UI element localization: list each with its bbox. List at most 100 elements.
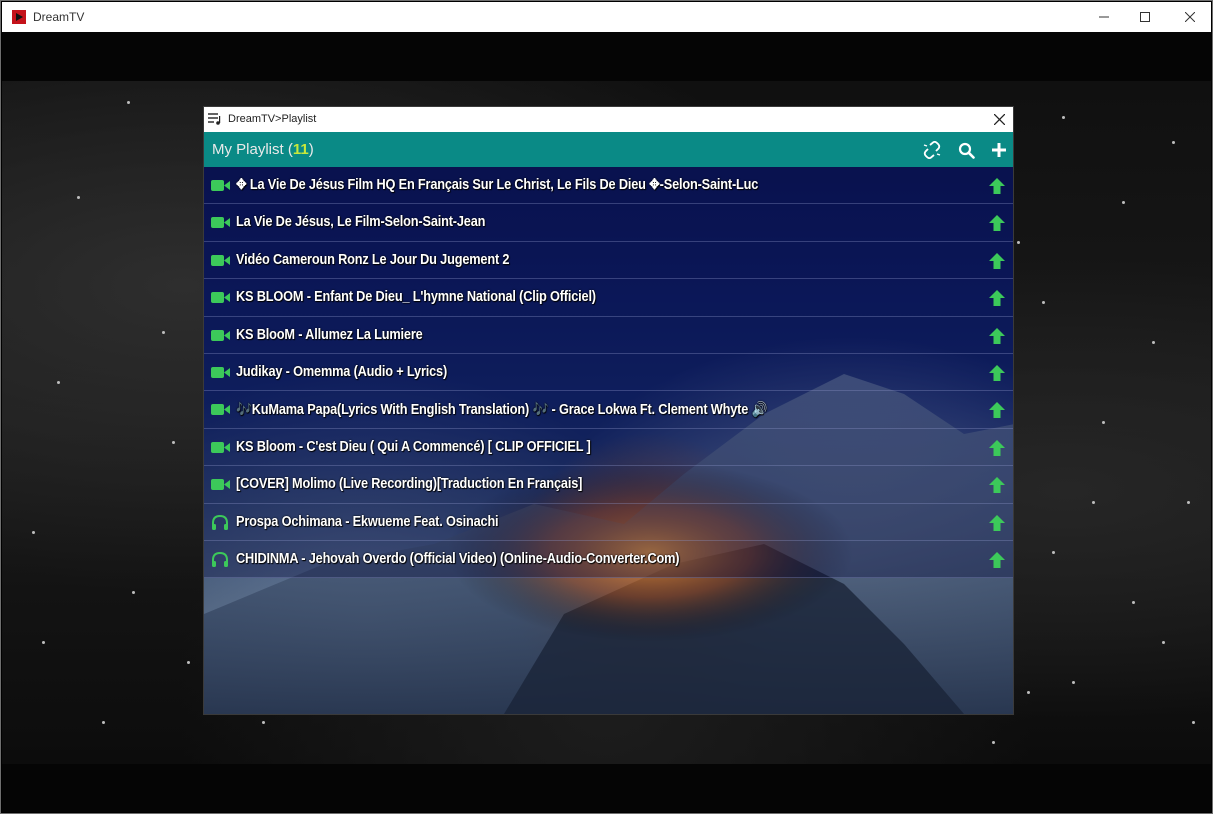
snowflake	[1042, 301, 1045, 304]
headphones-icon	[212, 514, 228, 530]
search-button[interactable]	[954, 138, 978, 162]
move-up-button[interactable]	[986, 287, 1008, 309]
maximize-icon	[1140, 12, 1150, 22]
move-up-button[interactable]	[986, 362, 1008, 384]
playlist-title: My Playlist (11)	[212, 141, 314, 158]
dialog-title: DreamTV>Playlist	[228, 113, 317, 125]
arrow-up-icon	[989, 514, 1005, 531]
playlist-item-title: La Vie De Jésus, Le Film-Selon-Saint-Jea…	[236, 214, 486, 231]
move-up-button[interactable]	[986, 437, 1008, 459]
playlist-header: My Playlist (11)	[204, 132, 1013, 167]
snowflake	[32, 531, 35, 534]
arrow-up-icon	[989, 327, 1005, 344]
arrow-up-icon	[989, 477, 1005, 494]
playlist-count: 11	[292, 141, 309, 158]
arrow-up-icon	[989, 252, 1005, 269]
snowflake	[1062, 116, 1065, 119]
minimize-button[interactable]	[1081, 2, 1127, 32]
playlist-item[interactable]: KS BLOOM - Enfant De Dieu_ L'hymne Natio…	[204, 279, 1013, 317]
snowflake	[162, 331, 165, 334]
move-up-button[interactable]	[986, 549, 1008, 571]
snowflake	[1187, 501, 1190, 504]
playlist-item[interactable]: [COVER] Molimo (Live Recording)[Traducti…	[204, 466, 1013, 504]
move-up-button[interactable]	[986, 512, 1008, 534]
playlist-item-title: Prospa Ochimana - Ekwueme Feat. Osinachi	[236, 513, 499, 530]
arrow-up-icon	[989, 364, 1005, 381]
video-camera-icon	[211, 479, 230, 491]
playlist-dialog: DreamTV>Playlist My Playlist (11) ✥ La V…	[203, 106, 1014, 715]
playlist-item[interactable]: CHIDINMA - Jehovah Overdo (Official Vide…	[204, 540, 1013, 579]
arrow-up-icon	[989, 551, 1005, 568]
playlist-item[interactable]: Judikay - Omemma (Audio + Lyrics)	[204, 353, 1013, 392]
video-camera-icon	[211, 292, 230, 304]
snowflake	[172, 441, 175, 444]
window-titlebar: DreamTV	[2, 2, 1211, 32]
playlist-item[interactable]: ✥ La Vie De Jésus Film HQ En Français Su…	[204, 167, 1013, 205]
arrow-up-icon	[989, 290, 1005, 307]
plus-icon	[992, 143, 1006, 157]
move-up-button[interactable]	[986, 399, 1008, 421]
playlist-item[interactable]: Vidéo Cameroun Ronz Le Jour Du Jugement …	[204, 241, 1013, 280]
search-icon	[958, 142, 975, 159]
arrow-up-icon	[989, 402, 1005, 419]
playlist-item-title: CHIDINMA - Jehovah Overdo (Official Vide…	[236, 550, 680, 567]
snowflake	[127, 101, 130, 104]
playlist-item-title: KS Bloom - C'est Dieu ( Qui A Commencé) …	[236, 438, 591, 455]
snowflake	[1102, 421, 1105, 424]
move-up-button[interactable]	[986, 250, 1008, 272]
close-dialog-button[interactable]	[988, 109, 1010, 130]
move-up-button[interactable]	[986, 212, 1008, 234]
snowflake	[57, 381, 60, 384]
move-up-button[interactable]	[986, 175, 1008, 197]
playlist-item[interactable]: 🎶KuMama Papa(Lyrics With English Transla…	[204, 391, 1013, 429]
snowflake	[1192, 721, 1195, 724]
close-window-button[interactable]	[1167, 2, 1213, 32]
move-up-button[interactable]	[986, 325, 1008, 347]
video-camera-icon	[211, 366, 230, 378]
video-camera-icon	[211, 180, 230, 191]
window-title: DreamTV	[33, 10, 85, 24]
main-window: DreamTV DreamTV>Playlist My Playlist (11…	[0, 0, 1213, 814]
close-icon	[993, 114, 1005, 125]
arrow-up-icon	[989, 178, 1005, 194]
snowflake	[42, 641, 45, 644]
snowflake	[1092, 501, 1095, 504]
playlist-title-text: My Playlist (	[212, 141, 293, 158]
snowflake	[1027, 691, 1030, 694]
playlist-item-title: 🎶KuMama Papa(Lyrics With English Transla…	[236, 402, 768, 419]
playlist-item[interactable]: La Vie De Jésus, Le Film-Selon-Saint-Jea…	[204, 204, 1013, 242]
headphones-icon	[212, 551, 228, 567]
playlist-items: ✥ La Vie De Jésus Film HQ En Français Su…	[204, 167, 1013, 579]
dialog-titlebar: DreamTV>Playlist	[204, 107, 1013, 132]
dreamtv-logo-icon	[12, 10, 26, 24]
snowflake	[1072, 681, 1075, 684]
minimize-icon	[1099, 16, 1109, 18]
close-icon	[1185, 12, 1195, 22]
playlist-icon	[208, 113, 221, 125]
unlink-button[interactable]	[920, 138, 944, 162]
playlist-item-title: KS BLOOM - Enfant De Dieu_ L'hymne Natio…	[236, 289, 596, 306]
video-camera-icon	[211, 254, 230, 266]
maximize-button[interactable]	[1122, 2, 1168, 32]
video-camera-icon	[211, 404, 230, 416]
snowflake	[1162, 641, 1165, 644]
playlist-item[interactable]: Prospa Ochimana - Ekwueme Feat. Osinachi	[204, 503, 1013, 541]
video-camera-icon	[211, 217, 230, 229]
video-camera-icon	[211, 329, 230, 341]
playlist-item-title: Judikay - Omemma (Audio + Lyrics)	[236, 363, 448, 380]
snowflake	[1017, 241, 1020, 244]
playlist-item[interactable]: KS BlooM - Allumez La Lumiere	[204, 316, 1013, 354]
snowflake	[1132, 601, 1135, 604]
video-camera-icon	[211, 441, 230, 453]
playlist-item-title: [COVER] Molimo (Live Recording)[Traducti…	[236, 476, 583, 493]
snowflake	[1152, 341, 1155, 344]
playlist-title-close: )	[308, 141, 314, 158]
arrow-up-icon	[989, 439, 1005, 456]
snowflake	[1172, 141, 1175, 144]
add-button[interactable]	[987, 138, 1011, 162]
playlist-item[interactable]: KS Bloom - C'est Dieu ( Qui A Commencé) …	[204, 428, 1013, 467]
playlist-item-title: Vidéo Cameroun Ronz Le Jour Du Jugement …	[236, 251, 510, 268]
unlink-icon	[923, 141, 941, 159]
playlist-item-title: ✥ La Vie De Jésus Film HQ En Français Su…	[236, 177, 759, 193]
move-up-button[interactable]	[986, 474, 1008, 496]
